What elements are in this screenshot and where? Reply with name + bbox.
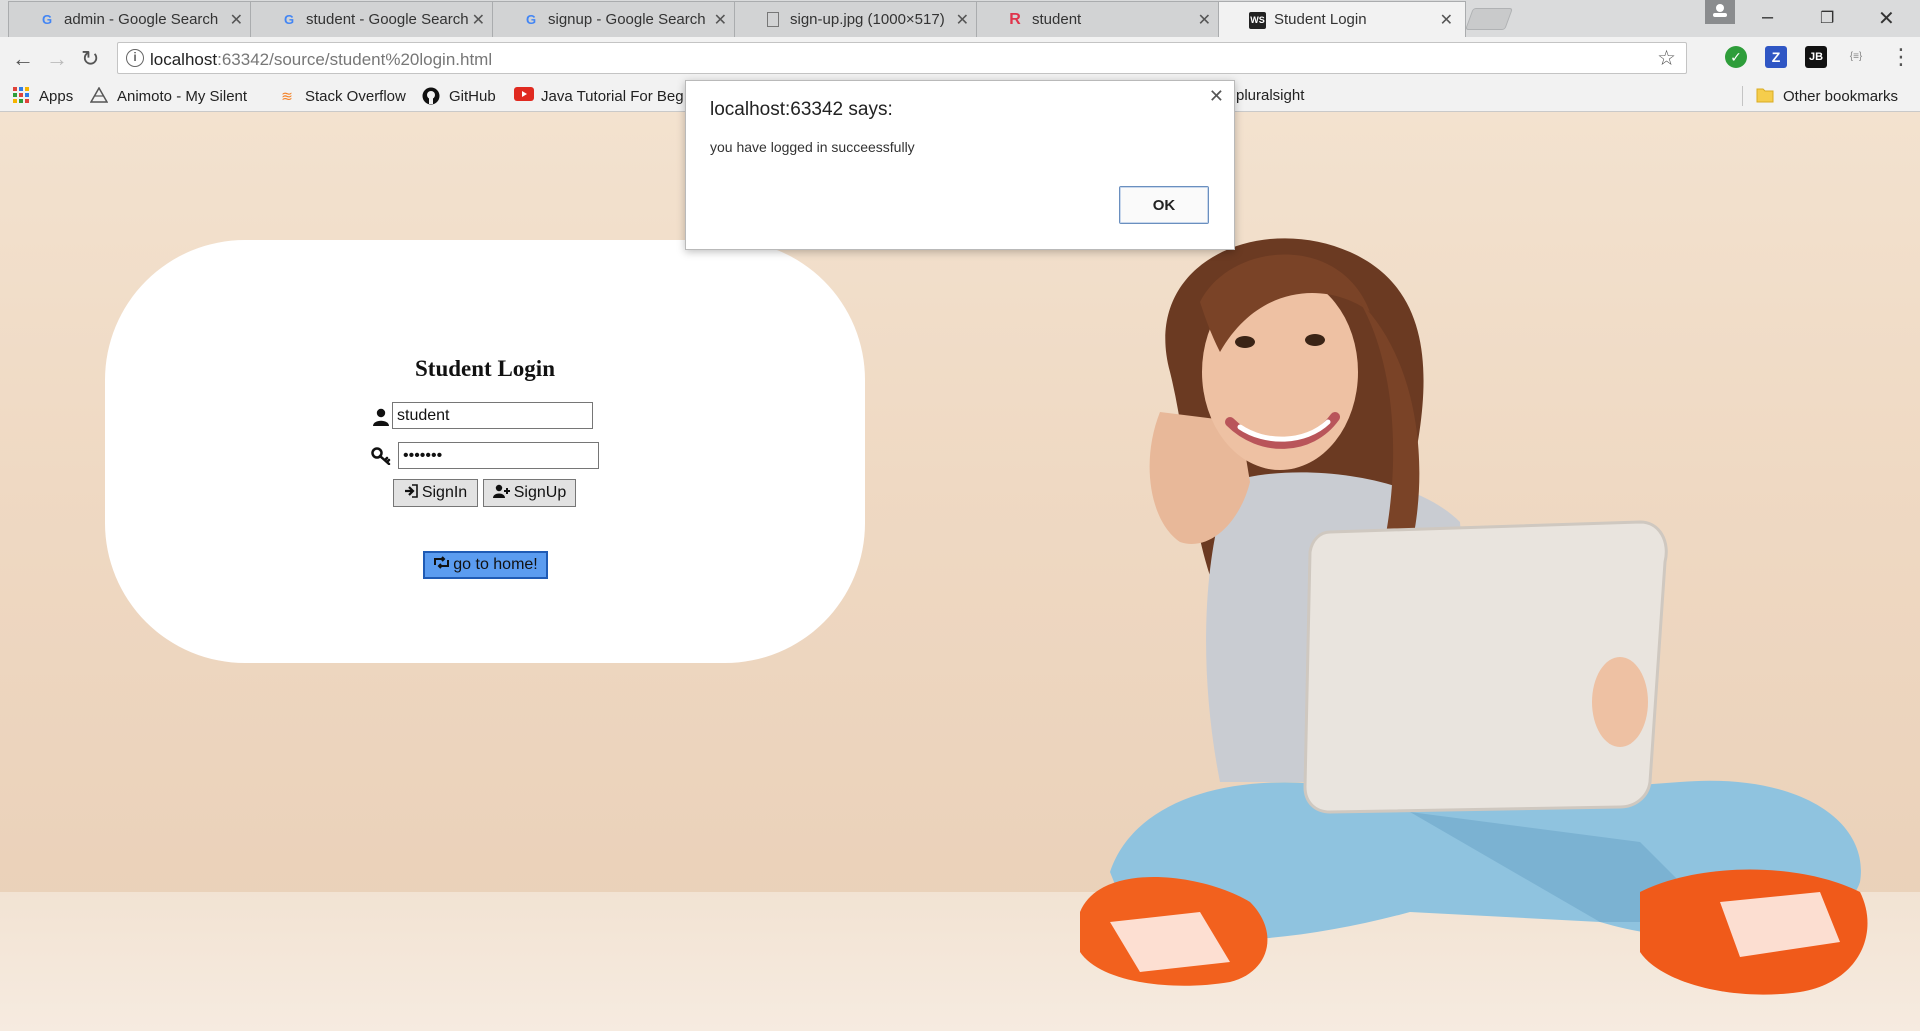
tab-title: admin - Google Search	[64, 11, 219, 28]
zotero-extension-icon[interactable]: Z	[1765, 46, 1787, 68]
bookmark-label: pluralsight	[1236, 87, 1305, 104]
bookmark-label: Other bookmarks	[1783, 87, 1899, 105]
bookmark-label: GitHub	[449, 87, 496, 105]
tab-sign-up-image[interactable]: sign-up.jpg (1000×517) ✕	[734, 1, 982, 37]
github-icon	[422, 87, 440, 105]
bookmark-stack-overflow[interactable]: ≋ Stack Overflow	[278, 87, 406, 105]
close-icon[interactable]: ✕	[1440, 10, 1453, 30]
tab-student-search[interactable]: G student - Google Search ✕	[250, 1, 498, 37]
bookmark-star-icon[interactable]: ☆	[1657, 46, 1676, 71]
jetbrains-extension-icon[interactable]: JB	[1805, 46, 1827, 68]
url-text: localhost:63342/source/student%20login.h…	[150, 50, 492, 70]
google-icon: G	[283, 12, 295, 27]
bookmark-label: Java Tutorial For Beg	[541, 87, 684, 105]
student-with-laptop-image	[1080, 238, 1868, 995]
login-title: Student Login	[415, 356, 555, 381]
user-icon	[373, 408, 389, 432]
tab-student-login[interactable]: WS Student Login ✕	[1218, 1, 1466, 37]
restore-icon[interactable]: ❐	[1820, 8, 1834, 28]
profile-icon[interactable]	[1705, 0, 1735, 24]
dialog-message: you have logged in succeessfully	[710, 139, 915, 155]
username-input[interactable]	[392, 402, 593, 429]
bookmark-label: Apps	[39, 87, 74, 105]
bookmark-other[interactable]: Other bookmarks	[1756, 87, 1898, 105]
info-icon[interactable]: i	[126, 49, 144, 67]
tab-title: Student Login	[1274, 11, 1367, 28]
close-window-icon[interactable]: ✕	[1878, 6, 1895, 31]
go-home-button[interactable]: go to home!	[423, 551, 548, 579]
forward-icon[interactable]: →	[46, 46, 68, 72]
close-icon[interactable]: ✕	[472, 10, 485, 30]
r-app-icon: R	[1009, 11, 1021, 28]
tab-title: signup - Google Search	[548, 11, 706, 28]
tab-title: student	[1032, 11, 1082, 28]
password-input[interactable]	[398, 442, 599, 469]
address-bar[interactable]: i localhost:63342/source/student%20login…	[117, 42, 1687, 74]
stackoverflow-icon: ≋	[281, 88, 293, 104]
minimize-icon[interactable]: –	[1762, 6, 1773, 29]
sign-in-icon	[404, 483, 418, 503]
tab-signup-search[interactable]: G signup - Google Search ✕	[492, 1, 740, 37]
signup-button[interactable]: SignUp	[483, 479, 576, 507]
folder-icon	[1756, 87, 1774, 105]
ok-button[interactable]: OK	[1119, 186, 1209, 224]
close-icon[interactable]: ✕	[1209, 86, 1224, 107]
close-icon[interactable]: ✕	[714, 10, 727, 30]
bookmark-label: Animoto - My Silent	[117, 87, 248, 105]
bookmarks-divider	[1742, 86, 1743, 106]
apps-grid-icon	[12, 87, 30, 105]
bookmark-github[interactable]: GitHub	[422, 87, 496, 105]
retweet-icon	[433, 556, 450, 574]
page-icon	[767, 12, 779, 27]
reload-icon[interactable]: ↻	[81, 46, 99, 72]
new-tab-button[interactable]	[1464, 8, 1514, 30]
add-user-icon	[492, 484, 510, 503]
signup-label: SignUp	[513, 484, 567, 501]
tab-student[interactable]: R student ✕	[976, 1, 1224, 37]
animoto-icon	[89, 86, 109, 105]
google-icon: G	[41, 12, 53, 27]
close-icon[interactable]: ✕	[230, 10, 243, 30]
url-host: localhost	[150, 50, 218, 69]
browser-toolbar: ← → ↻ i localhost:63342/source/student%2…	[0, 37, 1920, 80]
tab-title: sign-up.jpg (1000×517)	[790, 11, 945, 28]
back-icon[interactable]: ←	[12, 46, 34, 72]
close-icon[interactable]: ✕	[956, 10, 969, 30]
bookmark-pluralsight[interactable]: pluralsight	[1236, 87, 1304, 104]
google-icon: G	[525, 12, 537, 27]
login-card: Student Login SignIn SignUp go to home!	[105, 240, 865, 663]
check-extension-icon[interactable]: ✓	[1725, 46, 1747, 68]
signin-button[interactable]: SignIn	[393, 479, 478, 507]
webstorm-icon: WS	[1249, 12, 1266, 29]
tab-title: student - Google Search	[306, 11, 469, 28]
youtube-icon	[514, 87, 534, 105]
close-icon[interactable]: ✕	[1198, 10, 1211, 30]
alert-dialog: localhost:63342 says: ✕ you have logged …	[685, 80, 1235, 250]
signin-label: SignIn	[421, 484, 468, 501]
tab-admin-search[interactable]: G admin - Google Search ✕	[8, 1, 256, 37]
tab-strip: G admin - Google Search ✕ G student - Go…	[0, 0, 1920, 37]
bookmark-label: Stack Overflow	[305, 87, 406, 105]
bookmark-animoto[interactable]: Animoto - My Silent	[89, 86, 248, 105]
go-home-label: go to home!	[453, 556, 538, 573]
bookmark-java-tutorial[interactable]: Java Tutorial For Beg	[514, 87, 684, 105]
json-extension-icon[interactable]: {≡}	[1845, 46, 1867, 68]
url-path: :63342/source/student%20login.html	[217, 50, 493, 69]
key-icon	[371, 447, 391, 471]
menu-icon[interactable]: ⋮	[1890, 44, 1912, 70]
bookmark-apps[interactable]: Apps	[12, 87, 73, 105]
dialog-title: localhost:63342 says:	[710, 99, 893, 120]
